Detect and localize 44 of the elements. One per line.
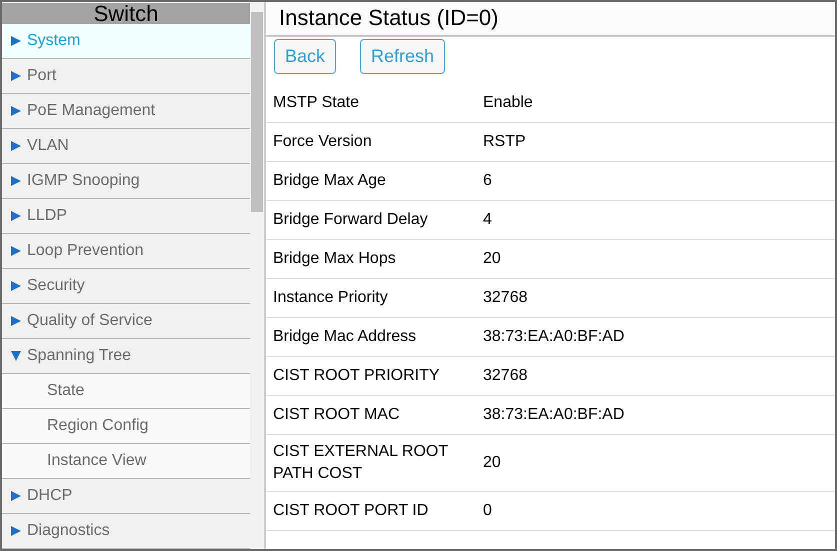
page-button[interactable]: Refresh bbox=[360, 39, 446, 74]
triangle-right-icon bbox=[11, 176, 21, 186]
field-value: 6 bbox=[482, 171, 492, 191]
menu-item[interactable]: System bbox=[2, 24, 250, 59]
field-value: 32768 bbox=[482, 366, 528, 386]
triangle-right-icon bbox=[11, 281, 21, 291]
field-value: 20 bbox=[482, 453, 501, 473]
triangle-right-icon bbox=[11, 106, 21, 116]
sidebar-title: Switch bbox=[2, 3, 250, 24]
triangle-right-icon bbox=[11, 141, 21, 151]
triangle-right-icon bbox=[11, 211, 21, 221]
triangle-down-icon bbox=[11, 351, 21, 361]
submenu-item[interactable]: Region Config bbox=[2, 409, 250, 444]
field-value: 38:73:EA:A0:BF:AD bbox=[482, 327, 624, 347]
page-button[interactable]: Back bbox=[274, 39, 336, 74]
field-label: Bridge Forward Delay bbox=[272, 210, 429, 230]
page-title: Instance Status (ID=0) bbox=[266, 2, 835, 37]
triangle-right-icon bbox=[11, 491, 21, 501]
field-value: 4 bbox=[482, 210, 492, 230]
field-label: Instance Priority bbox=[272, 288, 389, 308]
triangle-right-icon bbox=[11, 526, 21, 536]
triangle-right-icon bbox=[11, 246, 21, 256]
triangle-right-icon bbox=[11, 71, 21, 81]
field-value: 32768 bbox=[482, 288, 528, 308]
field-value: RSTP bbox=[482, 132, 526, 152]
field-value: 20 bbox=[482, 249, 501, 269]
submenu-item[interactable]: Instance View bbox=[2, 444, 250, 479]
field-value: 0 bbox=[482, 501, 492, 521]
triangle-right-icon bbox=[11, 36, 21, 46]
triangle-right-icon bbox=[11, 316, 21, 326]
field-label: Bridge Mac Address bbox=[272, 327, 418, 347]
field-label: Bridge Max Hops bbox=[272, 249, 397, 269]
field-label: CIST ROOT PRIORITY bbox=[272, 366, 441, 386]
field-value: Enable bbox=[482, 93, 533, 113]
field-label: CIST ROOT MAC bbox=[272, 405, 401, 425]
field-value: 38:73:EA:A0:BF:AD bbox=[482, 405, 624, 425]
submenu-item[interactable]: State bbox=[2, 374, 250, 409]
field-label: CIST EXTERNAL ROOT PATH COST bbox=[272, 442, 449, 484]
field-label: Bridge Max Age bbox=[272, 171, 387, 191]
scrollbar[interactable] bbox=[250, 2, 264, 549]
field-label: MSTP State bbox=[272, 93, 360, 113]
scroll-thumb[interactable] bbox=[251, 12, 263, 212]
field-label: CIST ROOT PORT ID bbox=[272, 501, 430, 521]
field-label: Force Version bbox=[272, 132, 373, 152]
